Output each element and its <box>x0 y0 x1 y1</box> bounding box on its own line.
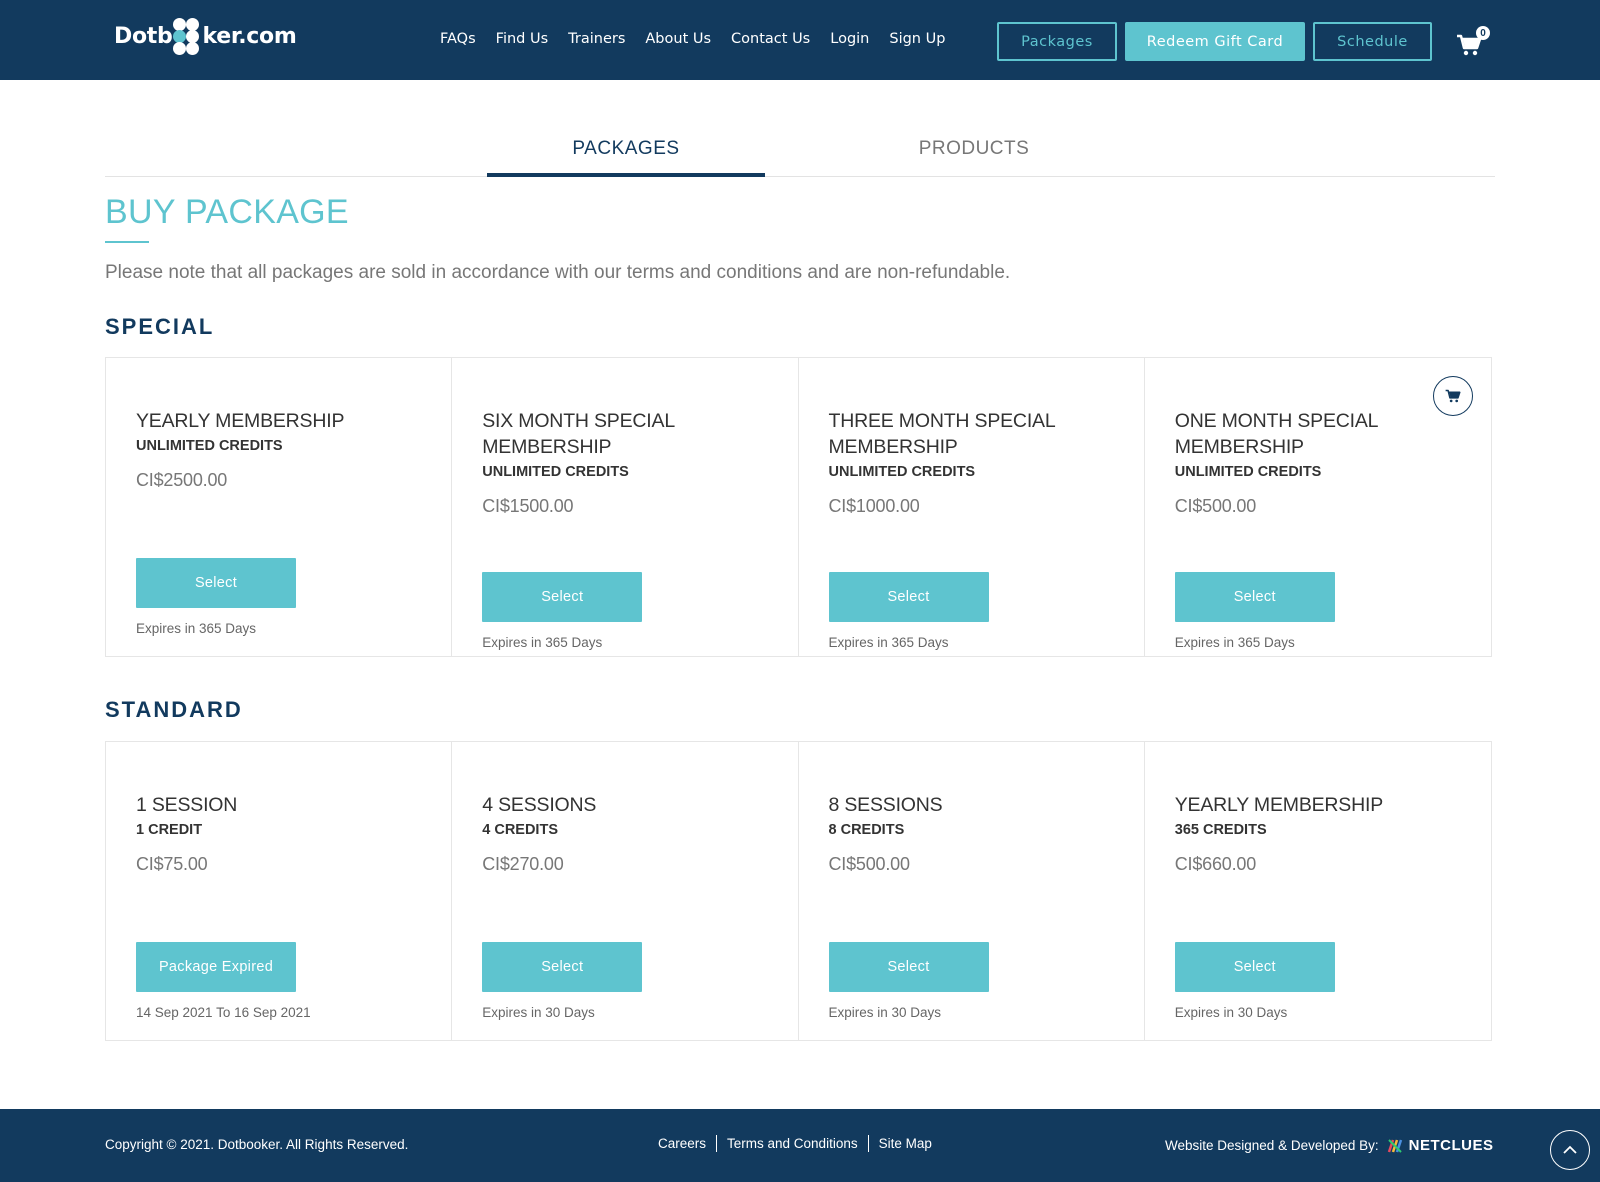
nav-login[interactable]: Login <box>830 31 869 47</box>
package-card: THREE MONTH SPECIAL MEMBERSHIP UNLIMITED… <box>799 358 1145 656</box>
cart-count-badge: 0 <box>1476 26 1490 40</box>
package-name: YEARLY MEMBERSHIP <box>136 410 345 432</box>
tab-products[interactable]: PRODUCTS <box>835 120 1113 177</box>
package-expiry: Expires in 365 Days <box>1174 635 1295 650</box>
package-card: YEARLY MEMBERSHIP UNLIMITED CREDITS CI$2… <box>106 358 453 656</box>
footer-divider <box>716 1135 718 1152</box>
nav-trainers[interactable]: Trainers <box>568 31 625 47</box>
package-card: ONE MONTH SPECIAL MEMBERSHIP UNLIMITED C… <box>1145 358 1491 656</box>
page-title: BUY PACKAGE <box>105 193 349 231</box>
package-name: YEARLY MEMBERSHIP <box>1174 794 1384 816</box>
package-tabs: PACKAGES PRODUCTS <box>105 120 1495 177</box>
package-credits: UNLIMITED CREDITS <box>482 464 629 480</box>
package-expired-button[interactable]: Package Expired <box>136 942 296 992</box>
copyright-text: Copyright © 2021. Dotbooker. All Rights … <box>105 1137 409 1152</box>
package-card: 1 SESSION 1 CREDIT CI$75.00 Package Expi… <box>106 742 453 1040</box>
main-nav: FAQs Find Us Trainers About Us Contact U… <box>440 26 965 52</box>
standard-packages-grid: 1 SESSION 1 CREDIT CI$75.00 Package Expi… <box>105 741 1492 1041</box>
package-price: CI$1000.00 <box>828 496 920 516</box>
select-button[interactable]: Select <box>828 572 989 622</box>
credit-label: Website Designed & Developed By: <box>1165 1138 1379 1153</box>
chevron-up-icon <box>1563 1145 1577 1154</box>
package-credits: UNLIMITED CREDITS <box>136 438 283 454</box>
package-card: YEARLY MEMBERSHIP 365 CREDITS CI$660.00 … <box>1145 742 1491 1040</box>
package-name: 1 SESSION <box>136 794 238 816</box>
package-credits: 8 CREDITS <box>828 822 905 838</box>
header-cart[interactable]: 0 <box>1452 26 1492 60</box>
package-expiry: Expires in 365 Days <box>136 621 257 636</box>
nav-faqs[interactable]: FAQs <box>440 31 476 47</box>
package-price: CI$2500.00 <box>136 470 228 490</box>
netclues-logo[interactable]: NETCLUES <box>1387 1137 1494 1154</box>
footer-link-careers[interactable]: Careers <box>658 1136 706 1151</box>
floating-cart-button[interactable] <box>1433 376 1473 416</box>
package-expiry: 14 Sep 2021 To 16 Sep 2021 <box>136 1005 311 1020</box>
package-name: 8 SESSIONS <box>828 794 943 816</box>
logo-text-right: ker.com <box>202 23 297 49</box>
package-price: CI$75.00 <box>136 854 208 874</box>
logo-dots-icon <box>173 16 201 56</box>
nav-contact-us[interactable]: Contact Us <box>731 31 810 47</box>
package-price: CI$1500.00 <box>482 496 574 516</box>
package-expiry: Expires in 30 Days <box>1174 1005 1288 1020</box>
site-header: Dotb ker.com FAQs Find Us Trainers About… <box>0 0 1600 80</box>
section-title-standard: STANDARD <box>105 697 243 722</box>
package-expiry: Expires in 30 Days <box>482 1005 595 1020</box>
package-name: ONE MONTH SPECIAL MEMBERSHIP <box>1174 410 1378 458</box>
package-price: CI$500.00 <box>1174 496 1257 516</box>
package-card: 8 SESSIONS 8 CREDITS CI$500.00 Select Ex… <box>799 742 1145 1040</box>
package-price: CI$500.00 <box>828 854 910 874</box>
package-name: THREE MONTH SPECIAL MEMBERSHIP <box>828 410 1055 458</box>
package-expiry: Expires in 365 Days <box>828 635 949 650</box>
terms-note: Please note that all packages are sold i… <box>105 262 1011 283</box>
site-footer: Copyright © 2021. Dotbooker. All Rights … <box>0 1109 1600 1182</box>
scroll-to-top-button[interactable] <box>1550 1130 1590 1170</box>
select-button[interactable]: Select <box>136 558 296 608</box>
tab-packages[interactable]: PACKAGES <box>487 120 765 177</box>
select-button[interactable]: Select <box>1174 572 1335 622</box>
footer-link-site-map[interactable]: Site Map <box>879 1136 932 1151</box>
package-card: SIX MONTH SPECIAL MEMBERSHIP UNLIMITED C… <box>452 358 799 656</box>
shopping-cart-icon <box>1445 389 1461 403</box>
footer-link-terms[interactable]: Terms and Conditions <box>727 1136 858 1151</box>
select-button[interactable]: Select <box>482 942 643 992</box>
special-packages-grid: YEARLY MEMBERSHIP UNLIMITED CREDITS CI$2… <box>105 357 1492 657</box>
package-credits: 1 CREDIT <box>136 822 203 838</box>
package-name: 4 SESSIONS <box>482 794 597 816</box>
package-credits: 4 CREDITS <box>482 822 558 838</box>
footer-divider <box>867 1135 869 1152</box>
netclues-logo-icon <box>1387 1138 1402 1153</box>
logo-text-left: Dotb <box>114 23 173 49</box>
schedule-button[interactable]: Schedule <box>1313 22 1432 61</box>
select-button[interactable]: Select <box>828 942 989 992</box>
package-expiry: Expires in 365 Days <box>482 635 603 650</box>
package-credits: UNLIMITED CREDITS <box>828 464 976 480</box>
package-credits: UNLIMITED CREDITS <box>1174 464 1322 480</box>
package-card: 4 SESSIONS 4 CREDITS CI$270.00 Select Ex… <box>452 742 799 1040</box>
credit-brand-text: NETCLUES <box>1408 1137 1494 1154</box>
select-button[interactable]: Select <box>482 572 643 622</box>
redeem-gift-card-button[interactable]: Redeem Gift Card <box>1125 22 1305 61</box>
package-price: CI$660.00 <box>1174 854 1257 874</box>
packages-button[interactable]: Packages <box>997 22 1117 61</box>
site-logo[interactable]: Dotb ker.com <box>114 14 297 58</box>
nav-about-us[interactable]: About Us <box>645 31 711 47</box>
title-underline <box>105 241 149 243</box>
developer-credit: Website Designed & Developed By: NETCLUE… <box>1165 1137 1493 1154</box>
section-title-special: SPECIAL <box>105 314 215 339</box>
nav-sign-up[interactable]: Sign Up <box>889 31 945 47</box>
nav-find-us[interactable]: Find Us <box>496 31 549 47</box>
select-button[interactable]: Select <box>1174 942 1335 992</box>
package-name: SIX MONTH SPECIAL MEMBERSHIP <box>482 410 675 458</box>
package-expiry: Expires in 30 Days <box>828 1005 942 1020</box>
package-price: CI$270.00 <box>482 854 564 874</box>
footer-links: Careers Terms and Conditions Site Map <box>658 1135 932 1152</box>
package-credits: 365 CREDITS <box>1174 822 1267 838</box>
